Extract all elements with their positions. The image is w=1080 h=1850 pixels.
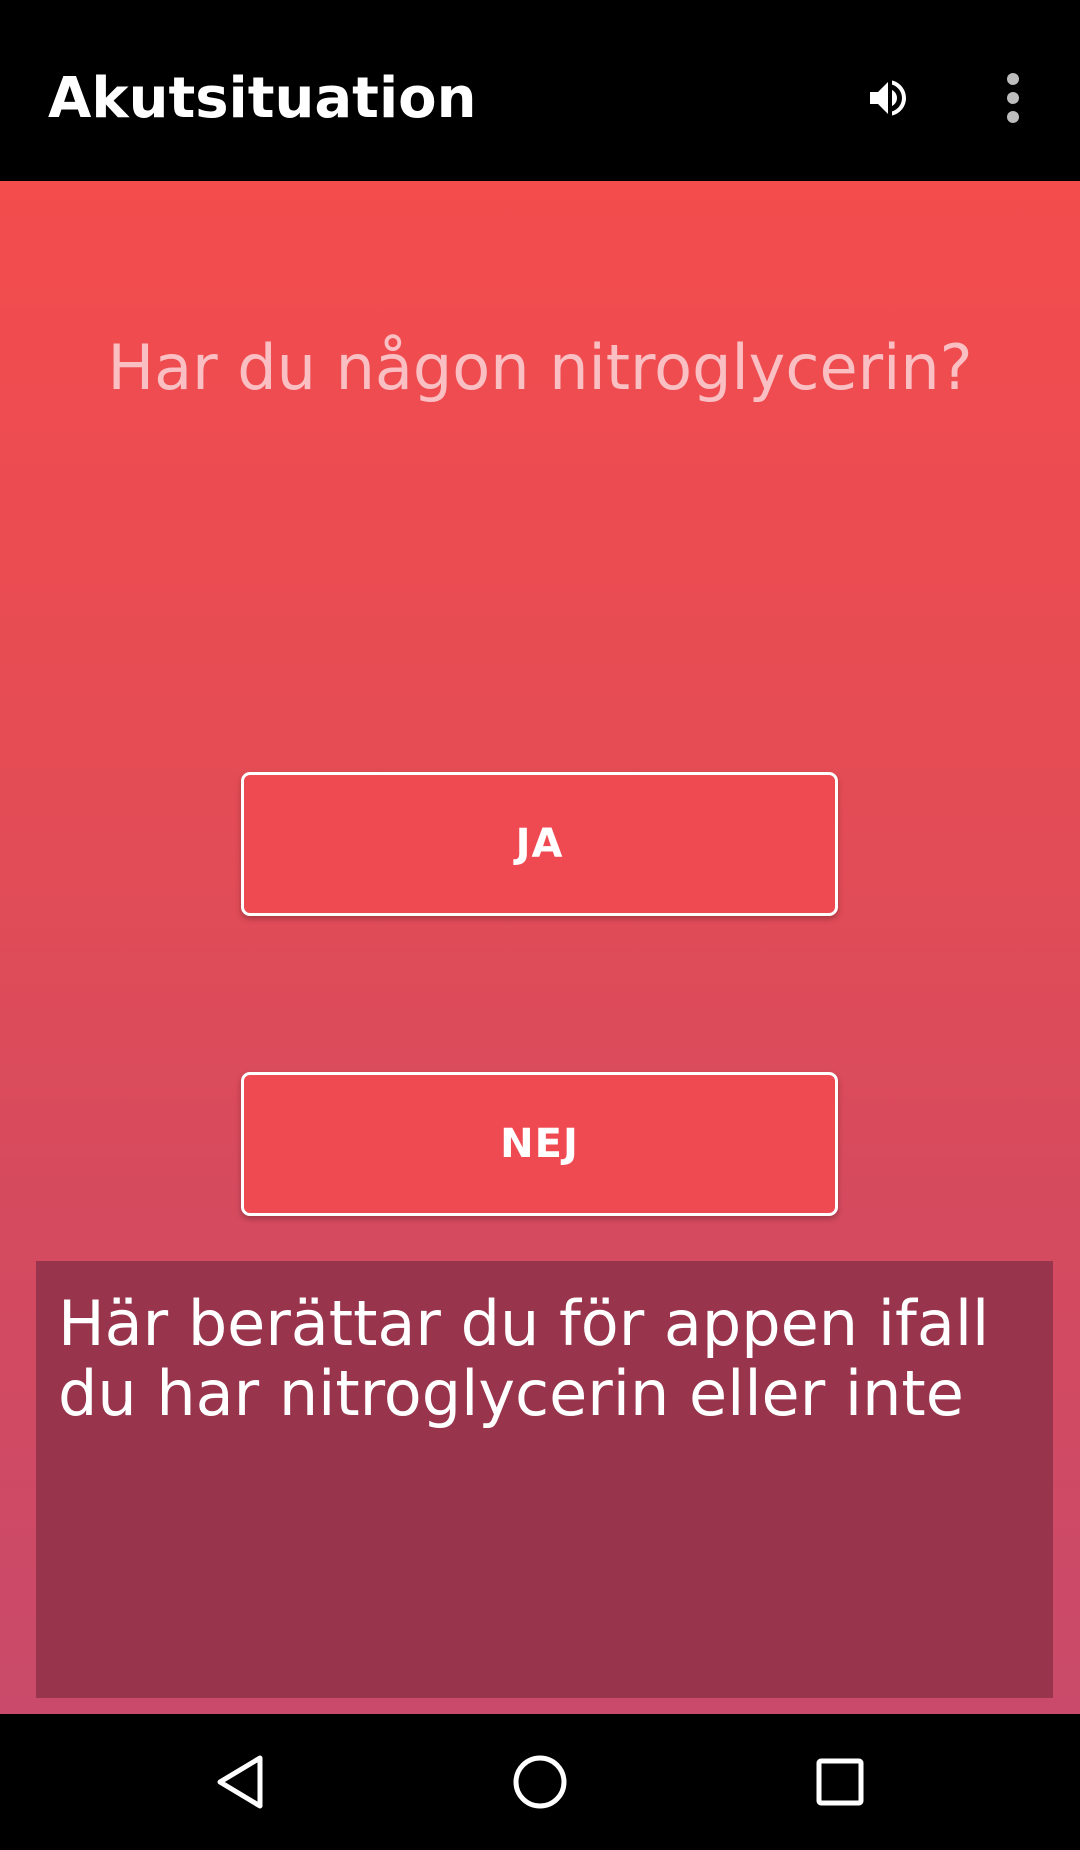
question-text: Har du någon nitroglycerin? (107, 331, 973, 404)
more-vert-icon (1007, 73, 1019, 123)
main-content: Har du någon nitroglycerin? JA NEJ Här b… (0, 181, 1080, 1714)
app-bar: Akutsituation (0, 0, 1080, 181)
volume-button[interactable] (840, 50, 936, 146)
home-circle-icon (513, 1755, 567, 1809)
app-title: Akutsituation (48, 66, 477, 131)
nav-home-button[interactable] (490, 1732, 590, 1832)
no-button[interactable]: NEJ (241, 1072, 838, 1216)
overflow-menu-button[interactable] (965, 50, 1061, 146)
no-button-label: NEJ (500, 1121, 579, 1167)
back-triangle-icon (217, 1755, 263, 1809)
help-overlay: Här berättar du för appen ifall du har n… (36, 1261, 1053, 1698)
yes-button-label: JA (515, 821, 564, 867)
volume-up-icon (870, 80, 906, 116)
nav-back-button[interactable] (190, 1732, 290, 1832)
help-text: Här berättar du för appen ifall du har n… (58, 1287, 990, 1430)
nav-recents-button[interactable] (790, 1732, 890, 1832)
recents-square-icon (816, 1758, 864, 1806)
system-nav-bar (0, 1714, 1080, 1850)
yes-button[interactable]: JA (241, 772, 838, 916)
